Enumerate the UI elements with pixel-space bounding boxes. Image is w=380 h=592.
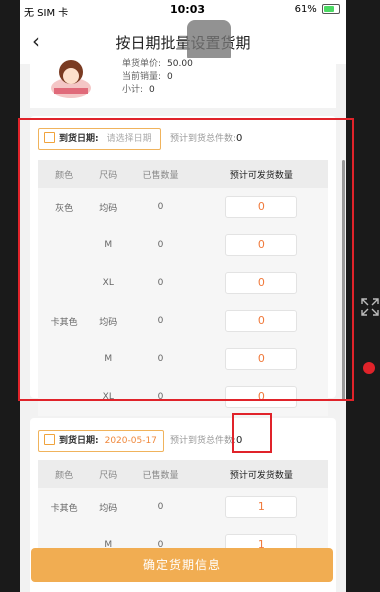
sales-value: 0 — [167, 72, 173, 82]
date-value: 2020-05-17 — [104, 436, 157, 446]
unit-price-label: 单货单价: — [122, 59, 162, 69]
date-label: 到货日期: — [59, 436, 99, 446]
qty-input[interactable]: 1 — [225, 496, 298, 518]
table-row: 卡其色 均码 0 1 — [38, 488, 328, 526]
col-header-color: 颜色 — [38, 460, 91, 488]
carrier-text: 无 SIM 卡 — [24, 8, 69, 19]
product-image — [51, 60, 91, 98]
expand-icon[interactable] — [360, 297, 380, 317]
subtotal-label: 小计: — [122, 85, 144, 95]
date-picker[interactable]: 到货日期: 2020-05-17 — [38, 430, 164, 452]
color-cell: 卡其色 — [38, 488, 91, 526]
status-bar: 无 SIM 卡 10:03 61% — [20, 0, 346, 20]
product-summary: 单货单价: 50.00 当前销量: 0 小计: 0 — [30, 58, 336, 108]
unit-price-value: 50.00 — [167, 59, 193, 69]
page-title: 按日期批量设置货期 — [115, 34, 251, 52]
clock-text: 10:03 — [170, 3, 206, 16]
confirm-button[interactable]: 确定货期信息 — [31, 548, 333, 582]
calendar-icon — [44, 434, 55, 445]
sales-label: 当前销量: — [122, 72, 162, 82]
battery-indicator: 61% — [295, 4, 340, 15]
size-cell: 均码 — [90, 488, 127, 526]
col-header-qty: 预计可发货数量 — [194, 460, 328, 488]
subtotal-value: 0 — [149, 85, 155, 95]
battery-percent: 61% — [294, 4, 317, 15]
highlight-box — [232, 413, 272, 453]
product-info: 单货单价: 50.00 当前销量: 0 小计: 0 — [122, 58, 193, 97]
record-indicator[interactable] — [363, 362, 375, 374]
battery-icon — [322, 4, 340, 14]
highlight-box — [18, 118, 354, 401]
expected-total-label: 预计到货总件数: — [170, 436, 237, 446]
sold-cell: 0 — [126, 488, 195, 526]
col-header-size: 尺码 — [90, 460, 127, 488]
col-header-sold: 已售数量 — [126, 460, 195, 488]
